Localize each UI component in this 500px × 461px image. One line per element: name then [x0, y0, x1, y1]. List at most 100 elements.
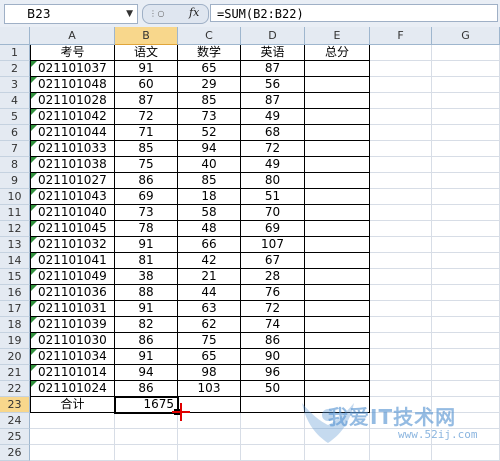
cell-d11[interactable]: 70 [241, 205, 305, 221]
cell-d8[interactable]: 49 [241, 157, 305, 173]
cell-d22[interactable]: 50 [241, 381, 305, 397]
name-box-dropdown-icon[interactable]: ▼ [126, 5, 133, 23]
cell-d17[interactable]: 72 [241, 301, 305, 317]
cell-f13[interactable] [370, 237, 432, 253]
cell-b11[interactable]: 73 [115, 205, 178, 221]
cell-a20[interactable]: 021101034 [30, 349, 115, 365]
row-header[interactable]: 16 [0, 285, 30, 301]
column-header-g[interactable]: G [432, 27, 500, 45]
row-header[interactable]: 23 [0, 397, 30, 413]
cell-c7[interactable]: 94 [178, 141, 241, 157]
cell-b25[interactable] [115, 429, 178, 445]
row-header[interactable]: 21 [0, 365, 30, 381]
cell-c2[interactable]: 65 [178, 61, 241, 77]
cell-a21[interactable]: 021101014 [30, 365, 115, 381]
cell-e7[interactable] [305, 141, 370, 157]
cell-g5[interactable] [432, 109, 500, 125]
error-indicator-icon[interactable] [31, 157, 37, 163]
row-header[interactable]: 24 [0, 413, 30, 429]
cell-a7[interactable]: 021101033 [30, 141, 115, 157]
cell-c6[interactable]: 52 [178, 125, 241, 141]
row-header[interactable]: 13 [0, 237, 30, 253]
cell-b7[interactable]: 85 [115, 141, 178, 157]
cell-a12[interactable]: 021101045 [30, 221, 115, 237]
cell-g25[interactable] [432, 429, 500, 445]
error-indicator-icon[interactable] [31, 285, 37, 291]
row-header[interactable]: 4 [0, 93, 30, 109]
cell-g8[interactable] [432, 157, 500, 173]
cell-c16[interactable]: 44 [178, 285, 241, 301]
cell-d5[interactable]: 49 [241, 109, 305, 125]
cell-c9[interactable]: 85 [178, 173, 241, 189]
row-header[interactable]: 2 [0, 61, 30, 77]
cell-e6[interactable] [305, 125, 370, 141]
error-indicator-icon[interactable] [31, 381, 37, 387]
cell-d25[interactable] [241, 429, 305, 445]
cell-b1[interactable]: 语文 [115, 45, 178, 61]
insert-function-button[interactable]: fx [189, 6, 199, 19]
cell-g26[interactable] [432, 445, 500, 461]
cell-d1[interactable]: 英语 [241, 45, 305, 61]
cell-d14[interactable]: 67 [241, 253, 305, 269]
error-indicator-icon[interactable] [31, 269, 37, 275]
error-indicator-icon[interactable] [31, 61, 37, 67]
cell-f15[interactable] [370, 269, 432, 285]
cell-c24[interactable] [178, 413, 241, 429]
row-header[interactable]: 6 [0, 125, 30, 141]
cell-b15[interactable]: 38 [115, 269, 178, 285]
cell-a11[interactable]: 021101040 [30, 205, 115, 221]
cell-g2[interactable] [432, 61, 500, 77]
cell-b8[interactable]: 75 [115, 157, 178, 173]
cell-f25[interactable] [370, 429, 432, 445]
cell-b10[interactable]: 69 [115, 189, 178, 205]
cell-c3[interactable]: 29 [178, 77, 241, 93]
cell-f20[interactable] [370, 349, 432, 365]
cell-c1[interactable]: 数学 [178, 45, 241, 61]
cell-g4[interactable] [432, 93, 500, 109]
cell-a3[interactable]: 021101048 [30, 77, 115, 93]
cell-g21[interactable] [432, 365, 500, 381]
cell-g11[interactable] [432, 205, 500, 221]
cell-a16[interactable]: 021101036 [30, 285, 115, 301]
cell-g20[interactable] [432, 349, 500, 365]
cell-a4[interactable]: 021101028 [30, 93, 115, 109]
row-header[interactable]: 1 [0, 45, 30, 61]
row-header[interactable]: 17 [0, 301, 30, 317]
error-indicator-icon[interactable] [31, 221, 37, 227]
cell-d3[interactable]: 56 [241, 77, 305, 93]
cell-d24[interactable] [241, 413, 305, 429]
cell-c13[interactable]: 66 [178, 237, 241, 253]
cell-e4[interactable] [305, 93, 370, 109]
cell-c19[interactable]: 75 [178, 333, 241, 349]
cell-a22[interactable]: 021101024 [30, 381, 115, 397]
cell-b5[interactable]: 72 [115, 109, 178, 125]
cell-c8[interactable]: 40 [178, 157, 241, 173]
row-header[interactable]: 7 [0, 141, 30, 157]
cell-d12[interactable]: 69 [241, 221, 305, 237]
cell-b17[interactable]: 91 [115, 301, 178, 317]
error-indicator-icon[interactable] [31, 301, 37, 307]
cell-f22[interactable] [370, 381, 432, 397]
cell-b24[interactable] [115, 413, 178, 429]
name-box[interactable]: B23 ▼ [4, 4, 138, 24]
cell-f16[interactable] [370, 285, 432, 301]
cell-b22[interactable]: 86 [115, 381, 178, 397]
cell-g19[interactable] [432, 333, 500, 349]
cell-e15[interactable] [305, 269, 370, 285]
cell-a25[interactable] [30, 429, 115, 445]
cell-b18[interactable]: 82 [115, 317, 178, 333]
cell-f7[interactable] [370, 141, 432, 157]
cell-c26[interactable] [178, 445, 241, 461]
cell-a26[interactable] [30, 445, 115, 461]
cell-b3[interactable]: 60 [115, 77, 178, 93]
cell-a24[interactable] [30, 413, 115, 429]
cell-c11[interactable]: 58 [178, 205, 241, 221]
error-indicator-icon[interactable] [31, 333, 37, 339]
cell-b2[interactable]: 91 [115, 61, 178, 77]
cell-e24[interactable] [305, 413, 370, 429]
cell-b26[interactable] [115, 445, 178, 461]
cell-g24[interactable] [432, 413, 500, 429]
row-header[interactable]: 3 [0, 77, 30, 93]
cell-g12[interactable] [432, 221, 500, 237]
cell-f18[interactable] [370, 317, 432, 333]
